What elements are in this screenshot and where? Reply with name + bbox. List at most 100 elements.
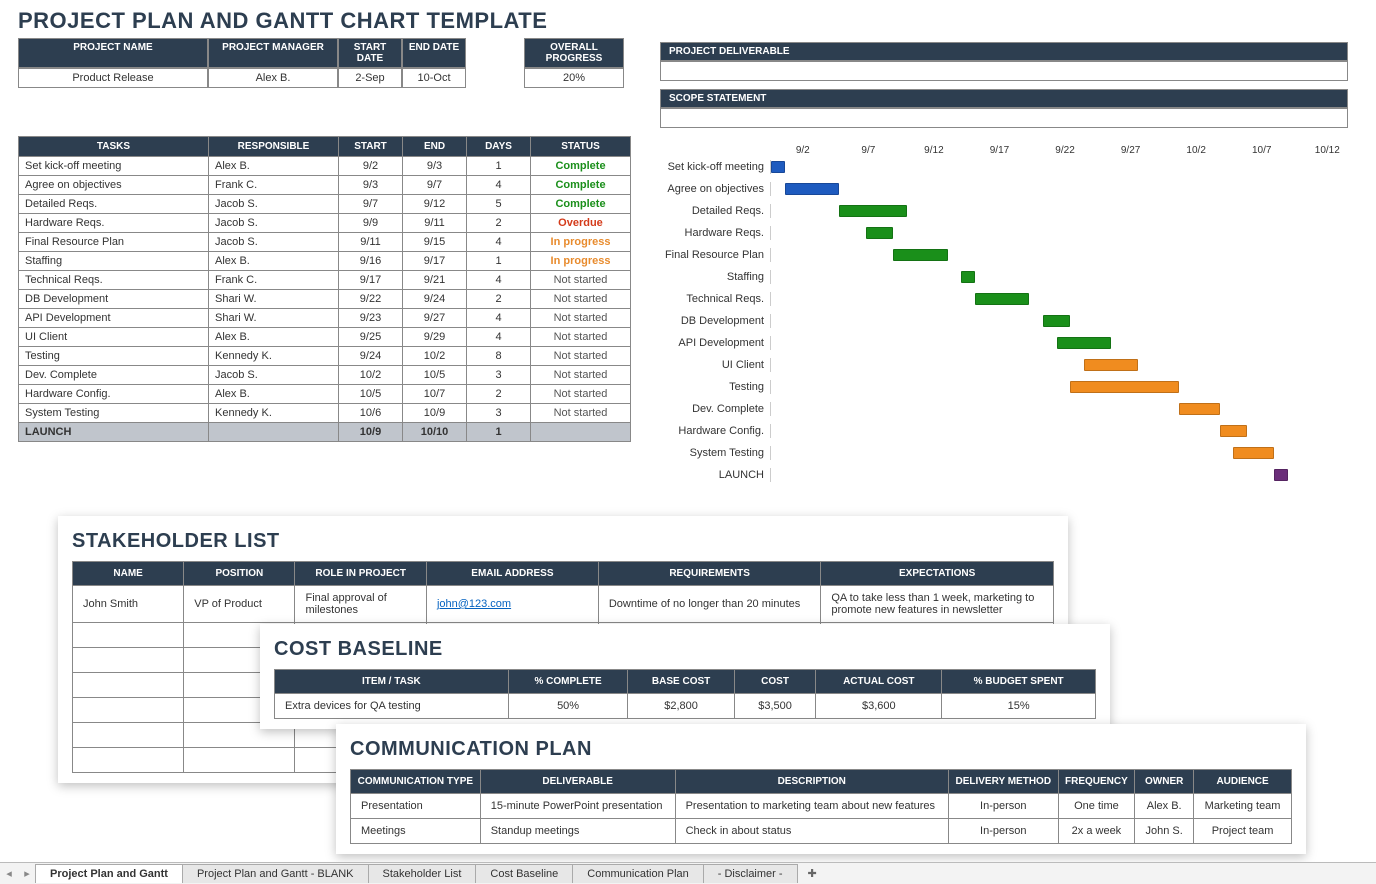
table-row[interactable]: Technical Reqs. Frank C. 9/17 9/21 4 Not… — [19, 271, 631, 290]
task-end: 9/3 — [403, 157, 467, 176]
task-start: 9/16 — [339, 252, 403, 271]
task-end: 9/29 — [403, 328, 467, 347]
gantt-tick: 9/12 — [901, 145, 967, 156]
table-row[interactable]: Detailed Reqs. Jacob S. 9/7 9/12 5 Compl… — [19, 195, 631, 214]
gantt-label: UI Client — [660, 359, 770, 371]
tab-communication-plan[interactable]: Communication Plan — [572, 864, 704, 883]
tab-cost-baseline[interactable]: Cost Baseline — [475, 864, 573, 883]
gantt-row: Agree on objectives — [660, 178, 1360, 200]
table-row[interactable]: Staffing Alex B. 9/16 9/17 1 In progress — [19, 252, 631, 271]
gantt-bar — [1084, 359, 1138, 371]
cost-col-header: % COMPLETE — [508, 670, 628, 694]
table-row[interactable]: API Development Shari W. 9/23 9/27 4 Not… — [19, 309, 631, 328]
meta-header: START DATE — [338, 38, 402, 68]
task-responsible: Alex B. — [209, 385, 339, 404]
meta-header: END DATE — [402, 38, 466, 68]
chevron-left-icon[interactable]: ◂ — [6, 867, 12, 880]
comm-cell: 15-minute PowerPoint presentation — [480, 794, 675, 819]
task-days: 4 — [467, 309, 531, 328]
gantt-row: API Development — [660, 332, 1360, 354]
gantt-bar — [1233, 447, 1274, 459]
task-responsible: Shari W. — [209, 309, 339, 328]
table-row[interactable]: Agree on objectives Frank C. 9/3 9/7 4 C… — [19, 176, 631, 195]
table-row[interactable]: LAUNCH 10/9 10/10 1 — [19, 423, 631, 442]
task-end: 9/21 — [403, 271, 467, 290]
gantt-bar — [1179, 403, 1220, 415]
task-end: 9/24 — [403, 290, 467, 309]
task-end: 10/5 — [403, 366, 467, 385]
tab-stakeholder-list[interactable]: Stakeholder List — [368, 864, 477, 883]
tab--disclaimer-[interactable]: - Disclaimer - — [703, 864, 798, 883]
comm-cell: Presentation to marketing team about new… — [675, 794, 948, 819]
comm-cell: Presentation — [351, 794, 481, 819]
gantt-tick: 9/2 — [770, 145, 836, 156]
gantt-row: Detailed Reqs. — [660, 200, 1360, 222]
sh-position: VP of Product — [184, 586, 295, 623]
scope-header: SCOPE STATEMENT — [660, 89, 1348, 108]
sheet-tabs: ◂▸ Project Plan and GanttProject Plan an… — [0, 862, 1376, 884]
cost-card: COST BASELINE ITEM / TASK% COMPLETEBASE … — [260, 624, 1110, 729]
task-start: 9/3 — [339, 176, 403, 195]
task-col-header: TASKS — [19, 137, 209, 157]
task-start: 9/9 — [339, 214, 403, 233]
gantt-bar — [975, 293, 1029, 305]
task-col-header: START — [339, 137, 403, 157]
table-row[interactable]: UI Client Alex B. 9/25 9/29 4 Not starte… — [19, 328, 631, 347]
task-start: 9/24 — [339, 347, 403, 366]
task-name: Hardware Reqs. — [19, 214, 209, 233]
sh-email-link[interactable]: john@123.com — [437, 598, 511, 610]
table-row[interactable]: Dev. Complete Jacob S. 10/2 10/5 3 Not s… — [19, 366, 631, 385]
comm-cell: Check in about status — [675, 819, 948, 844]
task-end: 10/10 — [403, 423, 467, 442]
task-responsible — [209, 423, 339, 442]
sh-col-header: NAME — [73, 562, 184, 586]
gantt-label: Hardware Config. — [660, 425, 770, 437]
add-sheet-button[interactable]: ✚ — [798, 863, 827, 884]
comm-title: COMMUNICATION PLAN — [350, 734, 1292, 769]
gantt-row: Hardware Reqs. — [660, 222, 1360, 244]
gantt-row: Dev. Complete — [660, 398, 1360, 420]
deliverable-value[interactable] — [660, 61, 1348, 81]
tab-scroll[interactable]: ◂▸ — [0, 867, 36, 880]
gantt-label: System Testing — [660, 447, 770, 459]
meta-value[interactable]: Product Release — [18, 68, 208, 88]
comm-cell: In-person — [948, 794, 1058, 819]
meta-value[interactable]: Alex B. — [208, 68, 338, 88]
scope-value[interactable] — [660, 108, 1348, 128]
table-row[interactable]: Set kick-off meeting Alex B. 9/2 9/3 1 C… — [19, 157, 631, 176]
tab-project-plan-and-gantt[interactable]: Project Plan and Gantt — [35, 864, 183, 883]
gantt-label: Agree on objectives — [660, 183, 770, 195]
tab-project-plan-and-gantt-blank[interactable]: Project Plan and Gantt - BLANK — [182, 864, 369, 883]
table-row[interactable]: System Testing Kennedy K. 10/6 10/9 3 No… — [19, 404, 631, 423]
meta-header: PROJECT MANAGER — [208, 38, 338, 68]
task-status: Not started — [531, 404, 631, 423]
task-days: 2 — [467, 214, 531, 233]
table-row[interactable]: Testing Kennedy K. 9/24 10/2 8 Not start… — [19, 347, 631, 366]
task-start: 9/23 — [339, 309, 403, 328]
meta-value[interactable]: 2-Sep — [338, 68, 402, 88]
task-days: 3 — [467, 366, 531, 385]
chevron-right-icon[interactable]: ▸ — [24, 867, 30, 880]
task-name: Staffing — [19, 252, 209, 271]
gantt-tick: 9/27 — [1098, 145, 1164, 156]
table-row[interactable]: DB Development Shari W. 9/22 9/24 2 Not … — [19, 290, 631, 309]
table-row[interactable]: Hardware Reqs. Jacob S. 9/9 9/11 2 Overd… — [19, 214, 631, 233]
task-name: Dev. Complete — [19, 366, 209, 385]
table-row[interactable]: Hardware Config. Alex B. 10/5 10/7 2 Not… — [19, 385, 631, 404]
task-status: Not started — [531, 347, 631, 366]
sh-col-header: ROLE IN PROJECT — [295, 562, 426, 586]
task-status: In progress — [531, 233, 631, 252]
task-end: 10/7 — [403, 385, 467, 404]
meta-value[interactable]: 10-Oct — [402, 68, 466, 88]
gantt-row: LAUNCH — [660, 464, 1360, 486]
task-days: 5 — [467, 195, 531, 214]
task-status: Overdue — [531, 214, 631, 233]
gantt-bar — [1274, 469, 1288, 481]
task-end: 9/7 — [403, 176, 467, 195]
gantt-label: Testing — [660, 381, 770, 393]
table-row[interactable]: Final Resource Plan Jacob S. 9/11 9/15 4… — [19, 233, 631, 252]
gantt-label: Hardware Reqs. — [660, 227, 770, 239]
task-status: Not started — [531, 271, 631, 290]
gantt-bar — [785, 183, 839, 195]
task-responsible: Jacob S. — [209, 233, 339, 252]
